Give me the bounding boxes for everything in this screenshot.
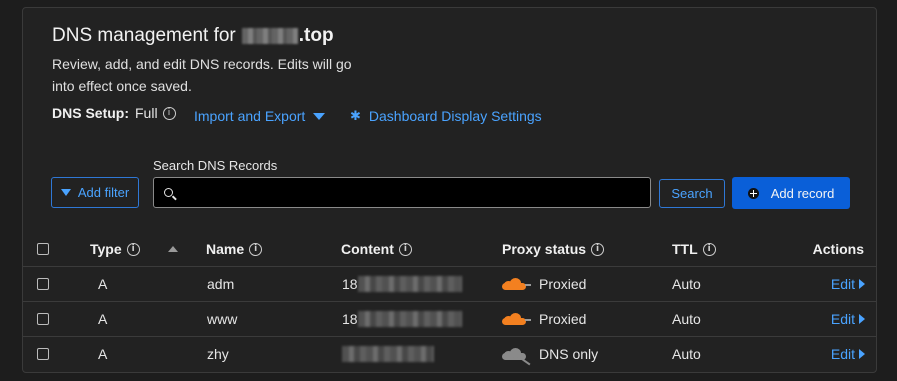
page-description: Review, add, and edit DNS records. Edits…: [52, 56, 352, 94]
funnel-icon: [60, 189, 71, 196]
record-ttl: Auto: [672, 276, 701, 292]
record-type: A: [98, 276, 108, 292]
add-record-button[interactable]: Add record: [732, 177, 850, 209]
record-name: adm: [207, 276, 235, 292]
edit-label: Edit: [830, 311, 855, 327]
search-input[interactable]: [179, 184, 650, 201]
search-icon: [164, 188, 173, 197]
proxy-status: Proxied: [499, 302, 586, 336]
table-row[interactable]: A adm 18 Proxied Auto Edit: [23, 266, 876, 301]
add-filter-label: Add filter: [77, 185, 130, 200]
edit-link[interactable]: Edit: [831, 337, 865, 371]
search-button[interactable]: Search: [659, 179, 725, 208]
proxy-status-label: Proxied: [539, 311, 587, 327]
proxy-status-label: Proxied: [539, 276, 587, 292]
dashboard-display-settings-label: Dashboard Display Settings: [368, 108, 542, 124]
dns-management-card: DNS management for .top Review, add, and…: [22, 7, 877, 373]
record-type: A: [98, 346, 108, 362]
redacted-ip-address: [342, 346, 434, 362]
info-icon[interactable]: i: [249, 242, 263, 256]
gear-icon: ✱: [350, 108, 361, 124]
page-title-prefix: DNS management for: [52, 25, 236, 46]
select-all-cell: [37, 232, 49, 266]
edit-label: Edit: [830, 346, 855, 362]
record-content: 18: [342, 267, 462, 301]
column-content-label: Content: [341, 241, 394, 257]
row-checkbox[interactable]: [37, 278, 49, 290]
import-export-dropdown[interactable]: Import and Export: [194, 108, 326, 124]
import-export-label: Import and Export: [194, 108, 306, 124]
column-name-label: Name: [206, 241, 245, 257]
column-proxy-status-label: Proxy status: [502, 241, 587, 257]
redacted-domain-name: [241, 28, 298, 44]
info-icon[interactable]: i: [702, 242, 716, 256]
orange-cloud-icon: [499, 312, 531, 326]
column-ttl[interactable]: TTL i: [672, 232, 716, 266]
caret-down-icon: [313, 112, 326, 120]
info-icon[interactable]: i: [591, 242, 605, 256]
dns-setup-label: DNS Setup:: [52, 105, 129, 121]
record-content: [342, 337, 434, 371]
dns-setup-value: Full: [135, 105, 158, 121]
plus-circle-icon: [747, 187, 759, 199]
sort-ascending-icon[interactable]: [168, 246, 178, 252]
redacted-ip-address: [357, 311, 462, 327]
chevron-right-icon: [859, 279, 865, 289]
search-label: Search DNS Records: [153, 158, 278, 173]
column-actions: Actions: [813, 232, 864, 266]
column-content[interactable]: Content i: [341, 232, 412, 266]
orange-cloud-icon: [499, 277, 531, 291]
search-button-label: Search: [671, 186, 713, 201]
record-type: A: [98, 311, 108, 327]
record-ttl: Auto: [672, 346, 701, 362]
edit-label: Edit: [830, 276, 855, 292]
chevron-right-icon: [859, 349, 865, 359]
info-icon[interactable]: i: [398, 242, 412, 256]
record-content-text: 18: [342, 311, 358, 327]
column-type[interactable]: Type i: [90, 232, 140, 266]
select-all-checkbox[interactable]: [37, 243, 49, 255]
record-ttl: Auto: [672, 311, 701, 327]
add-filter-button[interactable]: Add filter: [51, 177, 139, 208]
record-content: 18: [342, 302, 462, 336]
edit-link[interactable]: Edit: [831, 267, 865, 301]
column-proxy-status[interactable]: Proxy status i: [502, 232, 605, 266]
proxy-status-label: DNS only: [539, 346, 599, 362]
record-name: www: [207, 311, 238, 327]
info-icon[interactable]: i: [162, 106, 176, 120]
row-checkbox[interactable]: [37, 348, 49, 360]
add-record-label: Add record: [770, 185, 835, 201]
column-actions-label: Actions: [812, 241, 864, 257]
dashboard-display-settings-link[interactable]: ✱ Dashboard Display Settings: [350, 108, 542, 124]
table-row[interactable]: A www 18 Proxied Auto Edit: [23, 301, 876, 336]
column-name[interactable]: Name i: [206, 232, 263, 266]
proxy-status: DNS only: [499, 337, 598, 371]
page-title-domain: .top: [298, 25, 334, 46]
record-name: zhy: [207, 346, 229, 362]
redacted-ip-address: [357, 276, 462, 292]
sort-ascending-cell: [168, 232, 178, 266]
edit-link[interactable]: Edit: [831, 302, 865, 336]
proxy-status: Proxied: [499, 267, 586, 301]
dns-setup: DNS Setup: Full i: [52, 105, 176, 121]
search-dns-records: [153, 177, 651, 208]
table-row[interactable]: A zhy DNS only Auto Edit: [23, 336, 876, 371]
info-icon[interactable]: i: [126, 242, 140, 256]
column-type-label: Type: [90, 241, 122, 257]
column-ttl-label: TTL: [672, 241, 698, 257]
table-header-row: Type i Name i Content i Proxy status i T…: [23, 232, 876, 266]
chevron-right-icon: [859, 314, 865, 324]
grey-cloud-icon: [499, 347, 529, 361]
record-content-text: 18: [342, 276, 358, 292]
page-title: DNS management for .top: [52, 25, 334, 47]
row-checkbox[interactable]: [37, 313, 49, 325]
